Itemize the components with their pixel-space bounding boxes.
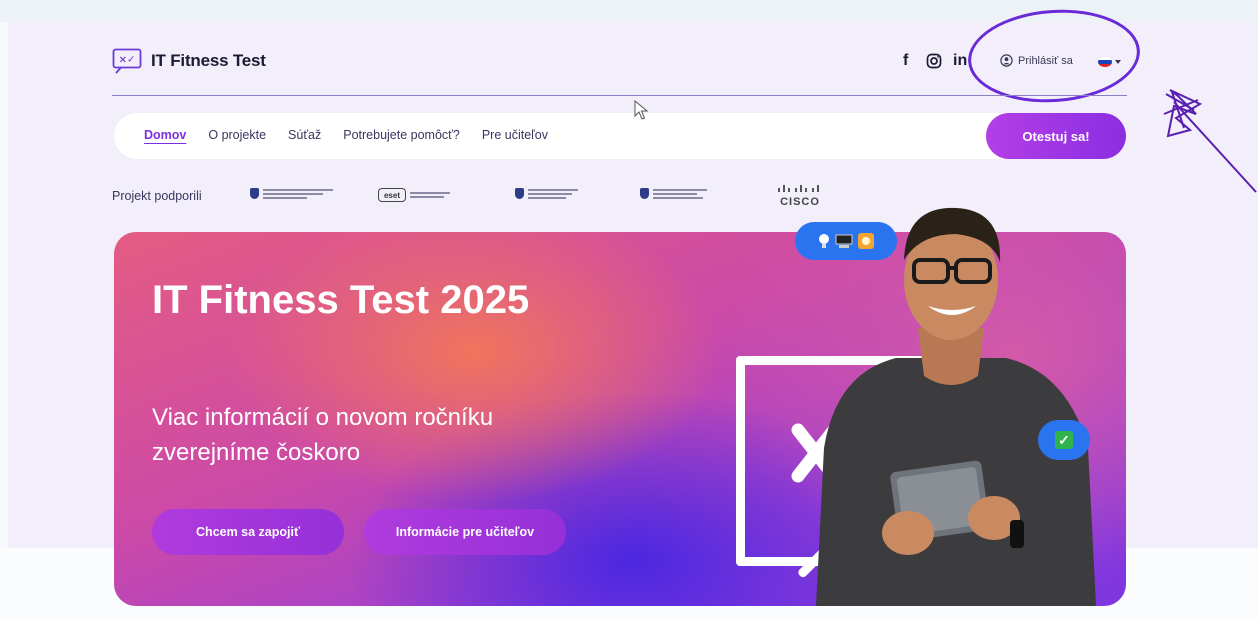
computer-icon: [835, 234, 853, 248]
sponsors-label: Projekt podporili: [112, 189, 202, 203]
check-icon: ✓: [1055, 431, 1073, 449]
sponsor-logo-ministry-2[interactable]: [515, 188, 578, 199]
site-logo[interactable]: ×✓ IT Fitness Test: [112, 48, 266, 74]
coat-of-arms-icon: [640, 188, 649, 199]
nav-item-pre-ucitelov[interactable]: Pre učiteľov: [482, 128, 548, 142]
main-navigation: Domov O projekte Súťaž Potrebujete pomôc…: [114, 113, 1126, 159]
sponsor-logo-ministry-1[interactable]: [250, 188, 333, 199]
annotation-arrow: [1163, 89, 1257, 193]
logo-icon: ×✓: [112, 48, 142, 74]
teacher-info-button[interactable]: Informácie pre učiteľov: [364, 509, 566, 555]
facebook-icon[interactable]: f: [903, 52, 908, 70]
hero-title: IT Fitness Test 2025: [152, 278, 530, 322]
svg-text:×✓: ×✓: [119, 55, 136, 66]
sparkle-icon: [858, 233, 874, 249]
sponsor-logo-eset[interactable]: eset: [378, 188, 450, 202]
instagram-icon[interactable]: [926, 53, 942, 69]
mouse-cursor-icon: [634, 100, 648, 120]
nav-item-sutaz[interactable]: Súťaž: [288, 128, 321, 142]
sponsor-logo-ministry-3[interactable]: [640, 188, 707, 199]
nav-item-pomoc[interactable]: Potrebujete pomôcť?: [343, 128, 460, 142]
eset-logo: eset: [378, 188, 406, 202]
header-divider: [112, 95, 1127, 96]
emoji-badge: [795, 222, 897, 260]
coat-of-arms-icon: [250, 188, 259, 199]
nav-item-o-projekte[interactable]: O projekte: [208, 128, 266, 142]
nav-item-domov[interactable]: Domov: [144, 128, 186, 142]
cisco-bars-icon: [778, 185, 819, 192]
join-button[interactable]: Chcem sa zapojiť: [152, 509, 344, 555]
logo-text: IT Fitness Test: [151, 51, 266, 70]
check-badge: ✓: [1038, 420, 1090, 460]
linkedin-icon[interactable]: in: [953, 52, 967, 70]
hero-subtitle: Viac informácií o novom ročníku zverejní…: [152, 404, 494, 466]
coat-of-arms-icon: [515, 188, 524, 199]
lightbulb-icon: [819, 234, 829, 248]
test-yourself-button[interactable]: Otestuj sa!: [986, 113, 1126, 159]
left-strip: [0, 22, 8, 620]
